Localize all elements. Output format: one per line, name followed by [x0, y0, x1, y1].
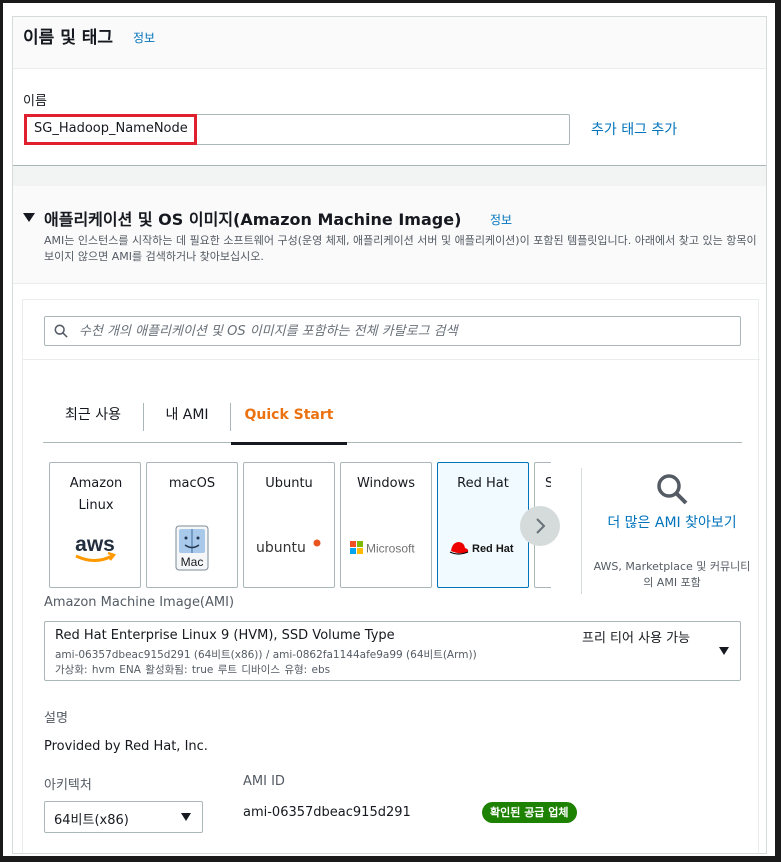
tab-quick-start-label: Quick Start [244, 407, 334, 423]
vertical-divider [581, 468, 582, 594]
mac-logo-text: Mac [181, 555, 204, 569]
verified-provider-badge: 확인된 공급 업체 [482, 802, 577, 823]
redhat-logo-text: Red Hat [472, 543, 514, 555]
redhat-logo: Red Hat [438, 528, 528, 568]
microsoft-logo: Microsoft [341, 528, 431, 568]
browse-more-amis-subtext: AWS, Marketplace 및 커뮤니티의 AMI 포함 [593, 560, 751, 589]
ami-id-label: AMI ID [243, 774, 285, 789]
section-gap [13, 166, 766, 186]
os-card-label: Red Hat [457, 476, 509, 491]
ubuntu-logo-text: ubuntu [256, 540, 306, 556]
microsoft-logo-text: Microsoft [366, 542, 415, 556]
ami-select-ids: ami-06357dbeac915d291 (64비트(x86)) / ami-… [55, 649, 477, 661]
architecture-select[interactable]: 64비트(x86) [44, 801, 203, 833]
ubuntu-logo: ubuntu [244, 528, 334, 568]
description-value: Provided by Red Hat, Inc. [44, 739, 208, 754]
os-card-label: Windows [356, 476, 416, 491]
ami-section-description: AMI는 인스턴스를 시작하는 데 필요한 소프트웨어 구성(운영 체제, 애플… [44, 234, 757, 263]
ami-select[interactable]: Red Hat Enterprise Linux 9 (HVM), SSD Vo… [44, 621, 741, 681]
tab-active-indicator [231, 442, 347, 445]
caret-down-icon[interactable] [23, 213, 35, 222]
caret-down-icon [181, 813, 191, 821]
name-tags-header: 이름 및 태그 정보 [13, 17, 766, 69]
search-icon [657, 474, 688, 505]
mac-logo: Mac [147, 525, 237, 571]
tab-my-ami-label: 내 AMI [165, 407, 209, 423]
launch-instance-form: 이름 및 태그 정보 이름 SG_Hadoop_NameNode 추가 태그 추… [12, 16, 767, 854]
name-tags-info-link[interactable]: 정보 [133, 29, 155, 46]
aws-logo: aws [50, 528, 140, 568]
tab-recent[interactable]: 최근 사용 [43, 403, 143, 443]
architecture-label: 아키텍처 [44, 778, 92, 793]
os-card-label: Amazon Linux [69, 476, 123, 513]
tab-recent-label: 최근 사용 [65, 407, 121, 423]
name-input[interactable]: SG_Hadoop_NameNode [24, 114, 570, 145]
os-card-label: Ubuntu [265, 476, 313, 491]
name-label: 이름 [23, 94, 47, 109]
ami-section-title[interactable]: 애플리케이션 및 OS 이미지(Amazon Machine Image) [44, 206, 461, 230]
ami-search-input[interactable] [79, 317, 729, 345]
ami-tabs: 최근 사용 내 AMI Quick Start [43, 403, 742, 445]
ami-field-label: Amazon Machine Image(AMI) [44, 595, 235, 610]
os-card-red-hat[interactable]: Red Hat Red Hat [437, 462, 529, 588]
tab-my-ami[interactable]: 내 AMI [144, 403, 230, 443]
chevron-right-icon [536, 518, 546, 534]
caret-down-icon [719, 647, 729, 655]
ami-id-value: ami-06357dbeac915d291 [243, 805, 411, 820]
ami-info-link[interactable]: 정보 [490, 211, 512, 228]
search-divider [23, 359, 760, 360]
browse-more-amis-link[interactable]: 더 많은 AMI 찾아보기 [591, 512, 753, 534]
ami-section-header: 애플리케이션 및 OS 이미지(Amazon Machine Image) 정보… [13, 186, 766, 284]
os-card-amazon-linux[interactable]: Amazon Linux aws [49, 462, 141, 588]
ami-select-properties: 가상화: hvm ENA 활성화됨: true 루트 디바이스 유형: ebs [55, 664, 331, 676]
add-tags-link[interactable]: 추가 태그 추가 [591, 119, 677, 139]
window-frame: 이름 및 태그 정보 이름 SG_Hadoop_NameNode 추가 태그 추… [0, 0, 781, 862]
ami-select-title: Red Hat Enterprise Linux 9 (HVM), SSD Vo… [55, 628, 395, 643]
description-label: 설명 [44, 711, 68, 726]
name-input-value: SG_Hadoop_NameNode [34, 121, 188, 136]
ami-search-box[interactable] [44, 316, 741, 346]
browse-more-amis: 더 많은 AMI 찾아보기 AWS, Marketplace 및 커뮤니티의 A… [591, 468, 753, 598]
search-icon [54, 324, 68, 338]
os-card-windows[interactable]: Windows Microsoft [340, 462, 432, 588]
tab-quick-start[interactable]: Quick Start [231, 403, 347, 445]
free-tier-label: 프리 티어 사용 가능 [582, 631, 691, 646]
ami-selector-container: 최근 사용 내 AMI Quick Start Amazon Linux [22, 299, 760, 853]
os-card-macos[interactable]: macOS Mac [146, 462, 238, 588]
os-cards-next-button[interactable] [520, 506, 560, 546]
name-tags-title: 이름 및 태그 [23, 28, 114, 48]
os-card-label: S [535, 473, 551, 495]
os-card-ubuntu[interactable]: Ubuntu ubuntu [243, 462, 335, 588]
architecture-value: 64비트(x86) [54, 813, 129, 828]
os-card-list: Amazon Linux aws macOS Mac Ubuntu ubuntu… [49, 462, 551, 588]
os-card-label: macOS [168, 476, 216, 491]
